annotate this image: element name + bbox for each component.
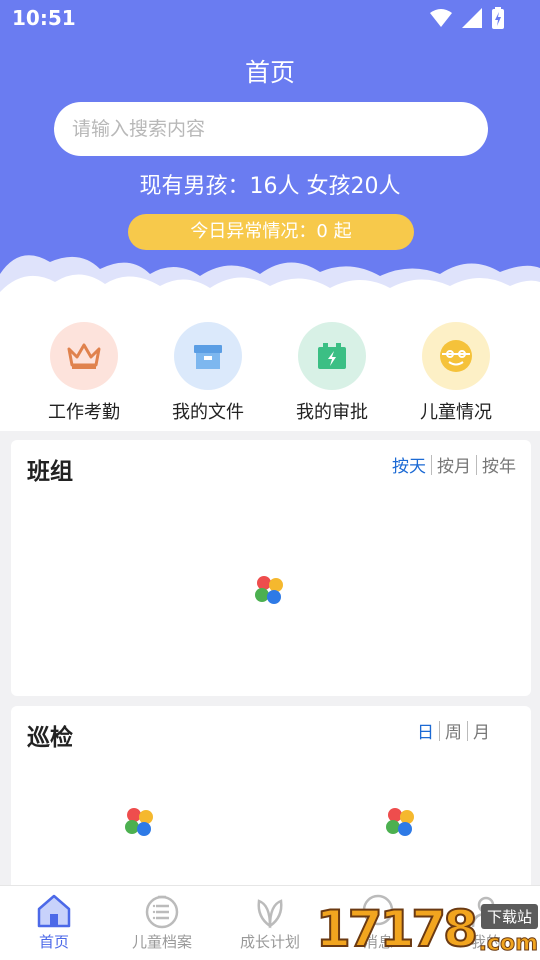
patrol-card: 巡检 日 周 月 xyxy=(11,706,531,906)
watermark-number: 17178 xyxy=(315,899,479,959)
watermark-badge: 下载站 xyxy=(480,904,538,929)
quick-action-circle xyxy=(298,322,366,390)
loading-spinner-icon xyxy=(255,576,285,606)
search-input[interactable] xyxy=(54,102,488,156)
watermark-suffix: .com xyxy=(478,931,538,957)
period-day-option[interactable]: 日 xyxy=(412,718,439,743)
period-month-option[interactable]: 按月 xyxy=(432,452,476,477)
tab-label: 首页 xyxy=(38,933,69,951)
loading-spinner-icon xyxy=(386,808,416,838)
status-time: 10:51 xyxy=(12,6,76,30)
quick-action-approvals[interactable]: 我的审批 xyxy=(270,305,394,431)
quick-action-files[interactable]: 我的文件 xyxy=(146,305,270,431)
children-count-text: 现有男孩：16人 女孩20人 xyxy=(139,174,401,199)
quick-action-circle xyxy=(422,322,490,390)
battery-icon xyxy=(492,7,504,29)
quick-action-attendance[interactable]: 工作考勤 xyxy=(22,305,146,431)
patrol-period-selector: 日 周 月 xyxy=(412,718,495,743)
list-icon xyxy=(145,895,179,929)
battery-approval-icon xyxy=(318,343,346,369)
quick-action-circle xyxy=(50,322,118,390)
period-year-option[interactable]: 按年 xyxy=(477,452,521,477)
team-period-selector: 按天 按月 按年 xyxy=(387,452,521,477)
home-icon xyxy=(37,894,71,928)
status-icons xyxy=(430,7,504,29)
quick-action-circle xyxy=(174,322,242,390)
quick-action-children[interactable]: 儿童情况 xyxy=(394,305,518,431)
header-banner: 10:51 首页 现有男孩：16人 女孩20人 今日异常情况：0 起 xyxy=(0,0,540,320)
period-day-option[interactable]: 按天 xyxy=(387,452,431,477)
wifi-icon xyxy=(430,9,452,27)
quick-actions: 工作考勤 我的文件 我的审批 儿童情况 xyxy=(0,305,540,431)
quick-action-label: 我的文件 xyxy=(172,402,244,423)
tab-label: 儿童档案 xyxy=(131,933,192,951)
quick-action-label: 我的审批 xyxy=(296,402,368,423)
file-box-icon xyxy=(194,345,222,369)
period-month-option[interactable]: 月 xyxy=(468,718,495,743)
team-card: 班组 按天 按月 按年 xyxy=(11,440,531,696)
loading-spinner-icon xyxy=(125,808,155,838)
tab-growth-plan[interactable]: 成长计划 xyxy=(216,886,324,960)
team-card-title: 班组 xyxy=(27,459,73,485)
patrol-card-title: 巡检 xyxy=(27,725,73,751)
child-face-icon xyxy=(440,340,472,372)
tab-child-records[interactable]: 儿童档案 xyxy=(108,886,216,960)
signal-icon xyxy=(462,8,482,28)
search-box[interactable] xyxy=(54,102,488,156)
quick-action-label: 工作考勤 xyxy=(48,402,120,423)
watermark-logo: 17178 下载站 .com xyxy=(315,898,539,960)
quick-action-label: 儿童情况 xyxy=(420,402,492,423)
period-week-option[interactable]: 周 xyxy=(440,718,467,743)
tab-label: 成长计划 xyxy=(239,933,300,951)
status-bar: 10:51 xyxy=(0,0,540,36)
crown-icon xyxy=(67,343,101,369)
tab-home[interactable]: 首页 xyxy=(0,886,108,960)
leaf-icon xyxy=(257,899,283,929)
page-title: 首页 xyxy=(244,58,295,87)
